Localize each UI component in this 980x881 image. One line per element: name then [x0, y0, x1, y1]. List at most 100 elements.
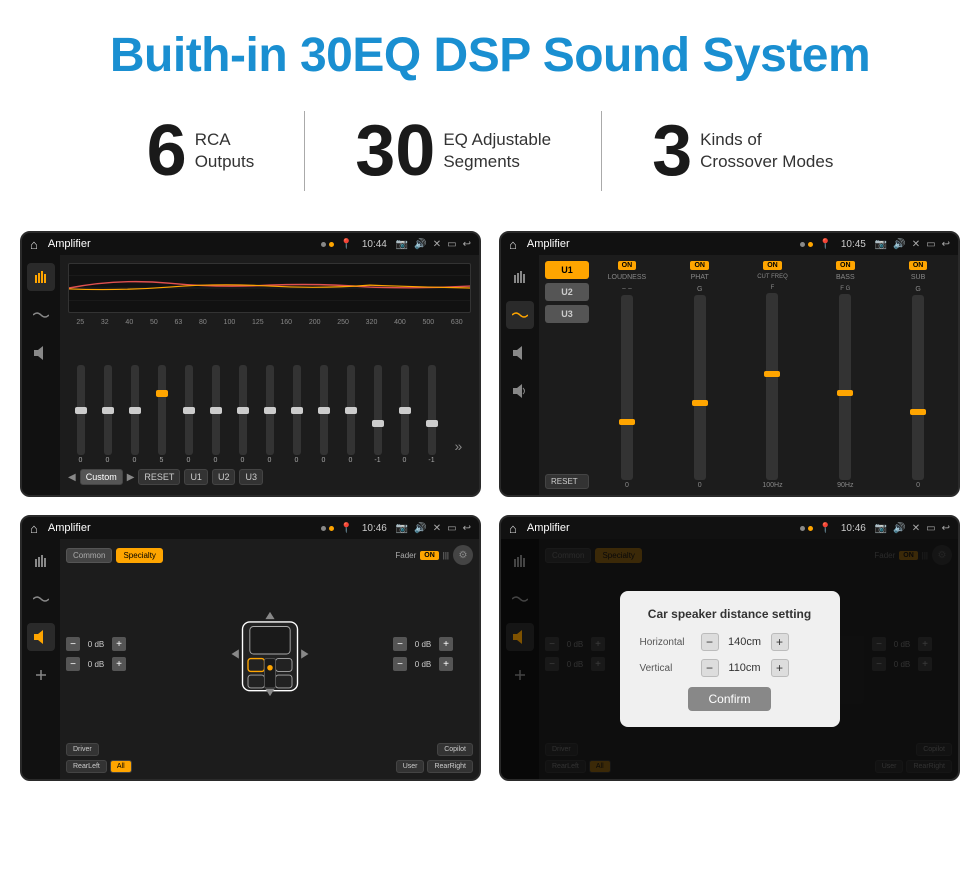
left-vol-controls: − 0 dB + − 0 dB +	[66, 637, 146, 671]
reset-btn-crossover-wrap: RESET	[545, 474, 589, 489]
sidebar-spk-icon-2[interactable]	[506, 339, 534, 367]
sidebar-wave-icon-2[interactable]	[506, 301, 534, 329]
phat-slider-track[interactable]	[694, 295, 706, 480]
speaker-title: Amplifier	[48, 522, 316, 534]
sidebar-speaker-icon[interactable]	[27, 339, 55, 367]
eq-slider-7: 0	[266, 365, 274, 464]
phat-label: PHAT	[691, 274, 709, 281]
sidebar-wave-icon[interactable]	[27, 301, 55, 329]
driver-btn[interactable]: Driver	[66, 743, 99, 756]
status-dot-1	[321, 242, 326, 247]
stat-number-crossover: 3	[652, 115, 692, 187]
vertical-plus-btn[interactable]: +	[771, 659, 789, 677]
u2-select-btn[interactable]: U2	[545, 283, 589, 301]
confirm-button[interactable]: Confirm	[688, 687, 770, 711]
sidebar-expand-icon[interactable]	[27, 661, 55, 689]
loudness-slider-track[interactable]	[621, 295, 633, 480]
screenshots-grid: ⌂ Amplifier 📍 10:44 📷 🔊 ✕ ▭ ↩	[0, 221, 980, 801]
specialty-tab[interactable]: Specialty	[116, 548, 162, 563]
bass-slider-track[interactable]	[839, 294, 851, 480]
back-icon[interactable]: ↩	[463, 239, 471, 250]
dialog-vertical-row: Vertical − 110cm +	[640, 659, 820, 677]
common-tab[interactable]: Common	[66, 548, 112, 563]
home-icon-4[interactable]: ⌂	[509, 521, 517, 536]
u1-btn[interactable]: U1	[184, 469, 208, 485]
sub-slider-track[interactable]	[912, 295, 924, 480]
dialog-horizontal-row: Horizontal − 140cm +	[640, 633, 820, 651]
sidebar-eq-icon-2[interactable]	[506, 263, 534, 291]
home-icon-3[interactable]: ⌂	[30, 521, 38, 536]
sidebar-extra-icon[interactable]	[506, 377, 534, 405]
custom-btn[interactable]: Custom	[80, 469, 123, 485]
vol-value-tl: 0 dB	[82, 640, 110, 649]
cam-icon-3: 📷	[396, 523, 408, 534]
speaker-bottom-buttons: Driver Copilot	[66, 743, 473, 756]
stat-number-rca: 6	[147, 115, 187, 187]
rect-icon-2: ▭	[926, 239, 935, 250]
ch-loudness: ON LOUDNESS ~ ~ 0	[593, 261, 661, 489]
loudness-on: ON	[618, 261, 637, 270]
speaker-status-bar: ⌂ Amplifier 📍 10:46 📷 🔊 ✕ ▭ ↩	[22, 517, 479, 539]
vol-minus-br[interactable]: −	[393, 657, 407, 671]
vertical-value: 110cm	[725, 662, 765, 674]
vol-plus-tl[interactable]: +	[112, 637, 126, 651]
back-icon-4[interactable]: ↩	[942, 523, 950, 534]
speaker-bottom-row2: RearLeft All User RearRight	[66, 760, 473, 773]
bass-val: 90Hz	[837, 482, 853, 489]
eq-status-rect: ▭	[447, 239, 456, 250]
reset-btn-crossover[interactable]: RESET	[545, 474, 589, 489]
crossover-title: Amplifier	[527, 238, 795, 250]
sidebar-wave-icon-3[interactable]	[27, 585, 55, 613]
home-icon[interactable]: ⌂	[30, 237, 38, 252]
copilot-btn[interactable]: Copilot	[437, 743, 473, 756]
rearright-btn[interactable]: RearRight	[427, 760, 473, 773]
cross-dot-2	[808, 242, 813, 247]
sub-g: G	[915, 286, 920, 293]
settings-icon[interactable]: ⚙	[453, 545, 473, 565]
home-icon-2[interactable]: ⌂	[509, 237, 517, 252]
bass-thumb	[837, 390, 853, 396]
rearleft-btn[interactable]: RearLeft	[66, 760, 107, 773]
speaker-main-area: Common Specialty Fader ON ||| ⚙ − 0 dB	[60, 539, 479, 779]
sidebar-eq-icon[interactable]	[27, 263, 55, 291]
eq-slider-5: 0	[212, 365, 220, 464]
vol-row-br: − 0 dB +	[393, 657, 473, 671]
loudness-label: LOUDNESS	[608, 274, 647, 281]
u2-btn[interactable]: U2	[212, 469, 236, 485]
cutfreq-slider-track[interactable]	[766, 293, 778, 480]
sidebar-spk-icon-3[interactable]	[27, 623, 55, 651]
speaker-top-bar: Common Specialty Fader ON ||| ⚙	[66, 545, 473, 565]
vertical-minus-btn[interactable]: −	[701, 659, 719, 677]
u3-btn[interactable]: U3	[239, 469, 263, 485]
cutfreq-label: CUT FREQ	[757, 274, 788, 280]
all-btn[interactable]: All	[110, 760, 132, 773]
user-btn[interactable]: User	[396, 760, 425, 773]
sub-label: SUB	[911, 274, 925, 281]
loudness-thumb	[619, 419, 635, 425]
vol-minus-bl[interactable]: −	[66, 657, 80, 671]
back-icon-3[interactable]: ↩	[463, 523, 471, 534]
eq-slider-8: 0	[293, 365, 301, 464]
eq-time: 10:44	[362, 239, 387, 250]
loudness-val: 0	[625, 482, 629, 489]
sidebar-eq-icon-3[interactable]	[27, 547, 55, 575]
horizontal-minus-btn[interactable]: −	[701, 633, 719, 651]
vol-plus-br[interactable]: +	[439, 657, 453, 671]
prev-arrow[interactable]: ◀	[68, 472, 76, 483]
cutfreq-fl: F	[771, 285, 775, 291]
back-icon-2[interactable]: ↩	[942, 239, 950, 250]
horizontal-plus-btn[interactable]: +	[771, 633, 789, 651]
u1-select-btn[interactable]: U1	[545, 261, 589, 279]
vol-minus-tl[interactable]: −	[66, 637, 80, 651]
vol-row-tr: − 0 dB +	[393, 637, 473, 651]
vol-minus-tr[interactable]: −	[393, 637, 407, 651]
reset-btn-eq[interactable]: RESET	[138, 469, 180, 485]
next-arrow[interactable]: ▶	[127, 472, 135, 483]
vol-plus-bl[interactable]: +	[112, 657, 126, 671]
loc-icon-3: 📍	[340, 523, 352, 534]
dist-dot-1	[800, 526, 805, 531]
vol-plus-tr[interactable]: +	[439, 637, 453, 651]
u3-select-btn[interactable]: U3	[545, 305, 589, 323]
camera-icon: 📷	[396, 239, 408, 250]
dist-status-icons	[800, 526, 813, 531]
